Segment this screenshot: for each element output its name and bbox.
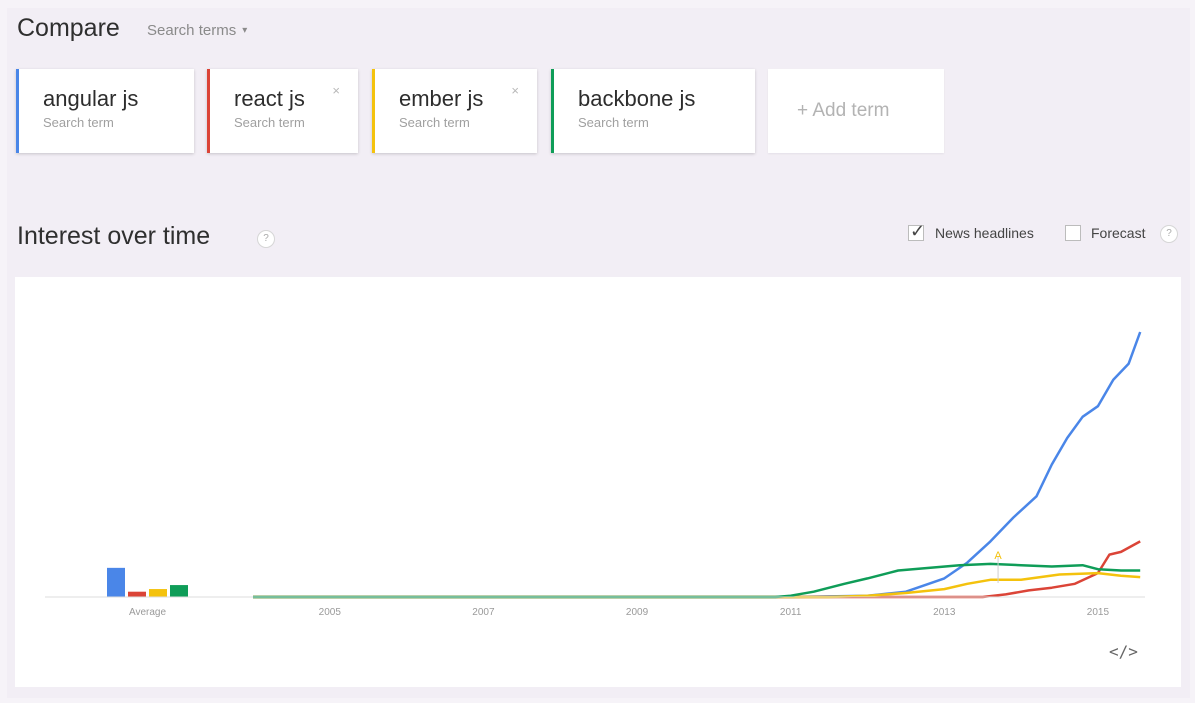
average-bar: [170, 585, 188, 597]
term-card-ember-js[interactable]: ember js Search term ×: [372, 69, 537, 153]
forecast-label: Forecast: [1091, 225, 1146, 241]
term-subtitle: Search term: [399, 115, 470, 130]
term-name: react js: [234, 86, 305, 111]
x-tick-label: 2015: [1087, 607, 1110, 618]
x-tick-label: 2007: [472, 607, 495, 618]
term-name: angular js: [43, 86, 139, 111]
term-name: ember js: [399, 86, 484, 111]
search-terms-dropdown[interactable]: Search terms ▾: [147, 22, 247, 39]
forecast-help-icon[interactable]: ?: [1160, 225, 1178, 243]
term-subtitle: Search term: [234, 115, 305, 130]
x-tick-label: 2013: [933, 607, 956, 618]
help-icon[interactable]: ?: [257, 230, 275, 248]
checkmark-icon: ✓: [910, 221, 926, 241]
interest-chart-panel: Average A 2005 2007 2009 2011 2013 2015 </>: [15, 277, 1181, 687]
embed-code-icon[interactable]: </>: [1109, 642, 1138, 661]
add-term-button[interactable]: + Add term: [768, 69, 944, 153]
chevron-down-icon: ▾: [242, 25, 248, 36]
interest-over-time-chart: Average A 2005 2007 2009 2011 2013 2015: [45, 331, 1145, 618]
term-card-backbone-js[interactable]: backbone js Search term: [551, 69, 755, 153]
section-title: Interest over time: [17, 222, 211, 250]
term-card-angular-js[interactable]: angular js Search term: [16, 69, 194, 153]
term-color-bar: [372, 69, 375, 153]
x-axis: 2005 2007 2009 2011 2013 2015: [45, 596, 1145, 618]
term-color-bar: [207, 69, 210, 153]
close-icon[interactable]: ×: [511, 83, 519, 98]
x-tick-label: 2011: [780, 607, 802, 618]
term-subtitle: Search term: [43, 115, 114, 130]
news-annotation-marker[interactable]: A: [994, 550, 1002, 562]
term-name: backbone js: [578, 86, 696, 111]
term-color-bar: [16, 69, 19, 153]
forecast-checkbox[interactable]: [1065, 225, 1081, 241]
x-tick-label: 2009: [626, 607, 649, 618]
average-bars: Average: [107, 567, 188, 618]
search-terms-label: Search terms: [147, 22, 237, 39]
average-bar: [107, 567, 125, 597]
average-label: Average: [129, 607, 167, 618]
series-lines: A: [253, 331, 1142, 599]
close-icon[interactable]: ×: [332, 83, 340, 98]
news-headlines-label: News headlines: [935, 225, 1034, 241]
news-headlines-checkbox[interactable]: ✓: [908, 221, 925, 241]
series-line-angular-js: [253, 331, 1142, 599]
term-subtitle: Search term: [578, 115, 649, 130]
term-color-bar: [551, 69, 554, 153]
series-line-react-js: [253, 540, 1141, 599]
average-bar: [149, 589, 167, 597]
page-title: Compare: [17, 14, 120, 42]
x-tick-label: 2005: [319, 607, 342, 618]
add-term-label: + Add term: [797, 100, 890, 121]
term-card-react-js[interactable]: react js Search term ×: [207, 69, 358, 153]
average-bar: [128, 591, 146, 597]
